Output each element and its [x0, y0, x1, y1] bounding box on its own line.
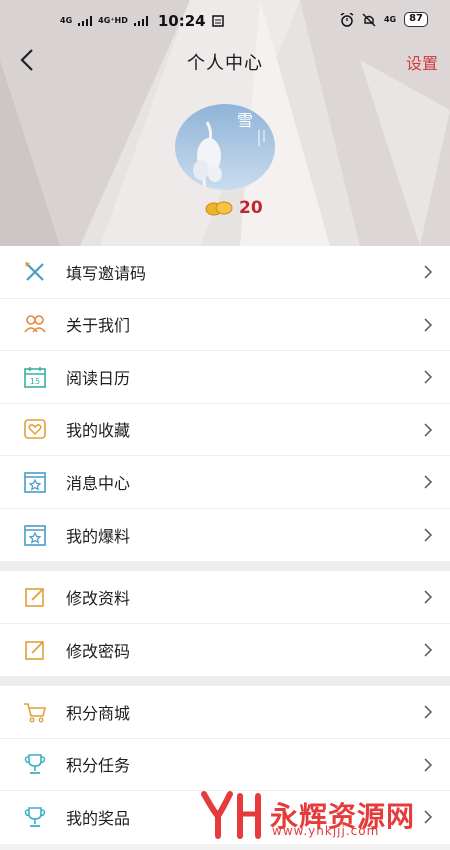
- settings-button[interactable]: 设置: [406, 50, 438, 74]
- avatar-caption: 雪: [237, 111, 253, 130]
- chevron-right-icon: [424, 590, 433, 604]
- menu-item-message-center[interactable]: 消息中心: [0, 456, 450, 509]
- menu-item-reading-calendar[interactable]: 15 阅读日历: [0, 351, 450, 404]
- network-indicator: 4G: [383, 14, 397, 24]
- star-box-icon: [22, 522, 48, 548]
- profile-header: 4G 4G⁺HD 10:24 4G 87 个人中心 设置 雪 20: [0, 0, 450, 246]
- chevron-right-icon: [424, 265, 433, 279]
- coins-icon: [205, 201, 233, 216]
- menu-item-invite-code[interactable]: 填写邀请码: [0, 246, 450, 299]
- title-bar: 个人中心 设置: [0, 42, 450, 78]
- avatar[interactable]: 雪: [175, 104, 275, 190]
- alarm-icon: [340, 12, 354, 27]
- chevron-right-icon: [424, 475, 433, 489]
- chevron-right-icon: [424, 527, 433, 542]
- page-title: 个人中心: [187, 53, 263, 74]
- watermark-url: www.yhkjjj.com: [272, 824, 380, 838]
- signal-indicator-2: 4G⁺HD: [98, 16, 128, 25]
- chevron-right-icon: [424, 705, 433, 719]
- avatar-image: 雪: [175, 104, 275, 190]
- menu-group-main: 填写邀请码 关于我们 15 阅读日历 我的收藏 消息中心 我的爆料: [0, 246, 450, 561]
- notification-icon: [211, 15, 224, 27]
- menu-item-label: 阅读日历: [66, 368, 131, 388]
- edit-icon: [22, 584, 48, 610]
- edit-icon: [22, 637, 48, 663]
- menu-item-my-tips[interactable]: 我的爆料: [0, 509, 450, 562]
- calendar-icon: 15: [22, 364, 48, 390]
- menu-item-label: 我的爆料: [66, 526, 131, 546]
- watermark: 永辉资源网 www.yhkjjj.com: [200, 790, 415, 840]
- menu-item-label: 填写邀请码: [66, 263, 147, 283]
- menu-list: 填写邀请码 关于我们 15 阅读日历 我的收藏 消息中心 我的爆料 修改资料 修…: [0, 246, 450, 844]
- signal-indicator-1: 4G: [60, 16, 73, 25]
- menu-group-account: 修改资料 修改密码: [0, 571, 450, 676]
- points-value: 20: [239, 198, 263, 218]
- users-icon: [22, 311, 48, 337]
- chevron-right-icon: [424, 422, 433, 437]
- menu-item-favorites[interactable]: 我的收藏: [0, 404, 450, 456]
- menu-item-label: 修改资料: [66, 588, 131, 608]
- chevron-right-icon: [424, 757, 433, 772]
- menu-item-points-mall[interactable]: 积分商城: [0, 686, 450, 739]
- menu-item-label: 我的收藏: [66, 421, 131, 441]
- menu-item-change-password[interactable]: 修改密码: [0, 624, 450, 677]
- signal-bars-icon: [133, 16, 148, 26]
- pencil-cross-icon: [22, 259, 48, 285]
- signal-bars-icon: [78, 16, 93, 26]
- watermark-logo: [201, 791, 261, 839]
- cart-icon: [22, 699, 48, 725]
- menu-item-label: 积分任务: [66, 756, 131, 776]
- trophy-icon: [22, 751, 48, 777]
- chevron-right-icon: [424, 642, 433, 657]
- section-divider: [0, 561, 450, 571]
- chevron-right-icon: [424, 370, 433, 384]
- menu-item-label: 积分商城: [66, 703, 131, 723]
- star-box-icon: [22, 469, 48, 495]
- menu-item-edit-profile[interactable]: 修改资料: [0, 571, 450, 624]
- battery-indicator: 87: [404, 12, 428, 27]
- points-display: 20: [205, 198, 263, 218]
- menu-item-label: 我的奖品: [66, 809, 131, 829]
- section-divider: [0, 676, 450, 686]
- menu-item-label: 消息中心: [66, 473, 131, 493]
- chevron-right-icon: [424, 317, 433, 332]
- menu-item-label: 修改密码: [66, 641, 131, 661]
- clock: 10:24: [157, 12, 206, 30]
- mute-icon: [362, 13, 376, 26]
- trophy-icon: [22, 804, 48, 830]
- menu-item-points-tasks[interactable]: 积分任务: [0, 739, 450, 791]
- menu-item-about-us[interactable]: 关于我们: [0, 299, 450, 351]
- status-bar: 4G 4G⁺HD 10:24 4G 87: [0, 0, 450, 42]
- calendar-day: 15: [30, 377, 40, 386]
- heart-box-icon: [22, 416, 48, 442]
- chevron-right-icon: [424, 810, 433, 824]
- menu-item-label: 关于我们: [66, 316, 131, 336]
